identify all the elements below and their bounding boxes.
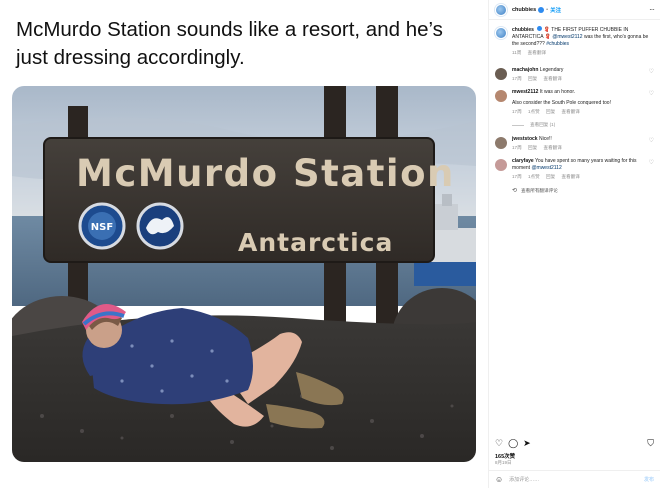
comment-icon[interactable]: ◯: [508, 438, 518, 449]
add-comment-bar: ☺ 添加评论…… 发布: [489, 470, 660, 488]
author-avatar-small[interactable]: [495, 27, 507, 39]
reply-button[interactable]: 回复: [546, 109, 555, 114]
svg-text:NSF: NSF: [91, 222, 113, 233]
like-comment-icon[interactable]: ♡: [649, 90, 654, 97]
comments-sidebar: chubbies • 关注 ··· chubbies 🧣 THE FIRST P…: [488, 0, 660, 488]
caption-hashtag[interactable]: #chubbies: [546, 41, 569, 47]
verified-badge-icon: [538, 6, 545, 13]
replies-divider: [512, 124, 524, 126]
comment-time: 17周: [512, 76, 522, 81]
post-actions: ♡ ◯ ➤ ⛉: [495, 436, 654, 450]
comment-time: 17周: [512, 174, 522, 179]
commenter-avatar[interactable]: [495, 159, 507, 171]
separator-dot: •: [546, 6, 549, 13]
comment-username[interactable]: jweststock: [512, 136, 538, 142]
post-date: 8月19日: [495, 460, 512, 465]
comments-list: chubbies 🧣 THE FIRST PUFFER CHUBBIE IN A…: [489, 22, 660, 426]
like-comment-icon[interactable]: ♡: [649, 68, 654, 75]
caption-username[interactable]: chubbies: [512, 27, 534, 33]
comment-likes[interactable]: 1点赞: [528, 109, 540, 114]
post-media-area: McMurdo Station sounds like a resort, an…: [0, 0, 488, 488]
post-header: chubbies • 关注 ···: [489, 0, 660, 20]
comment-likes[interactable]: 1点赞: [528, 174, 540, 179]
comment-item: jweststock Nice!! 17周 回复 查看翻译 ♡: [495, 136, 654, 151]
commenter-avatar[interactable]: [495, 90, 507, 102]
add-comment-input[interactable]: 添加评论……: [509, 476, 539, 483]
translate-all-label[interactable]: 查看所有翻译评论: [521, 188, 558, 194]
sign-subtitle: Antarctica: [238, 228, 393, 257]
bookmark-icon[interactable]: ⛉: [647, 438, 654, 449]
like-icon[interactable]: ♡: [495, 438, 503, 449]
comment-username[interactable]: mwest2112: [512, 89, 538, 95]
caption-translate[interactable]: 查看翻译: [528, 50, 546, 55]
view-replies[interactable]: 查看回复 (1): [512, 122, 654, 128]
post-headline: McMurdo Station sounds like a resort, an…: [16, 18, 443, 69]
comment-username[interactable]: machajohn: [512, 67, 538, 73]
post-comment-button[interactable]: 发布: [644, 476, 654, 483]
caption-time: 11周: [512, 50, 522, 55]
more-options-icon[interactable]: ···: [649, 5, 655, 14]
author-caption: chubbies 🧣 THE FIRST PUFFER CHUBBIE IN A…: [495, 26, 654, 56]
translate-button[interactable]: 查看翻译: [562, 109, 580, 114]
translate-button[interactable]: 查看翻译: [562, 174, 580, 179]
follow-button[interactable]: 关注: [550, 6, 561, 14]
comment-time: 17周: [512, 109, 522, 114]
post-photo[interactable]: McMurdo Station Antarctica NSF: [12, 86, 476, 462]
reply-button[interactable]: 回复: [546, 174, 555, 179]
reply-button[interactable]: 回复: [528, 145, 537, 150]
view-replies-label[interactable]: 查看回复 (1): [530, 122, 555, 128]
comment-username[interactable]: claryfaye: [512, 158, 534, 164]
commenter-avatar[interactable]: [495, 68, 507, 80]
translate-icon: ⟲: [512, 188, 518, 194]
comment-item: claryfaye You have spent so many years w…: [495, 158, 654, 180]
likes-count[interactable]: 165次赞: [495, 452, 515, 460]
author-username[interactable]: chubbies: [512, 7, 536, 13]
verified-badge-icon: [537, 26, 543, 31]
translate-button[interactable]: 查看翻译: [543, 76, 561, 81]
commenter-avatar[interactable]: [495, 137, 507, 149]
comment-item: machajohn Legendary 17周 回复 查看翻译 ♡: [495, 67, 654, 82]
translate-button[interactable]: 查看翻译: [543, 145, 561, 150]
like-comment-icon[interactable]: ♡: [649, 137, 654, 144]
like-comment-icon[interactable]: ♡: [649, 159, 654, 166]
antarctic-program-emblem: [136, 202, 184, 250]
comment-item: mwest2112 It was an honor. Also consider…: [495, 89, 654, 115]
sign-title: McMurdo Station: [76, 152, 455, 195]
comment-time: 17周: [512, 145, 522, 150]
comment-text-continued: Also consider the South Pole conquered t…: [512, 100, 611, 106]
nsf-emblem: NSF: [78, 202, 126, 250]
comment-mention[interactable]: @mwest2112: [531, 165, 561, 171]
emoji-icon[interactable]: ☺: [495, 475, 503, 484]
reply-button[interactable]: 回复: [528, 76, 537, 81]
translate-all-comments[interactable]: ⟲ 查看所有翻译评论: [512, 187, 654, 195]
author-avatar[interactable]: [495, 3, 507, 16]
comment-text: It was an honor.: [539, 89, 576, 95]
comment-text: Legendary: [539, 67, 564, 73]
caption-mention[interactable]: @mwest2112: [552, 34, 582, 40]
comment-text: Nice!!: [538, 136, 552, 142]
share-icon[interactable]: ➤: [523, 438, 531, 449]
